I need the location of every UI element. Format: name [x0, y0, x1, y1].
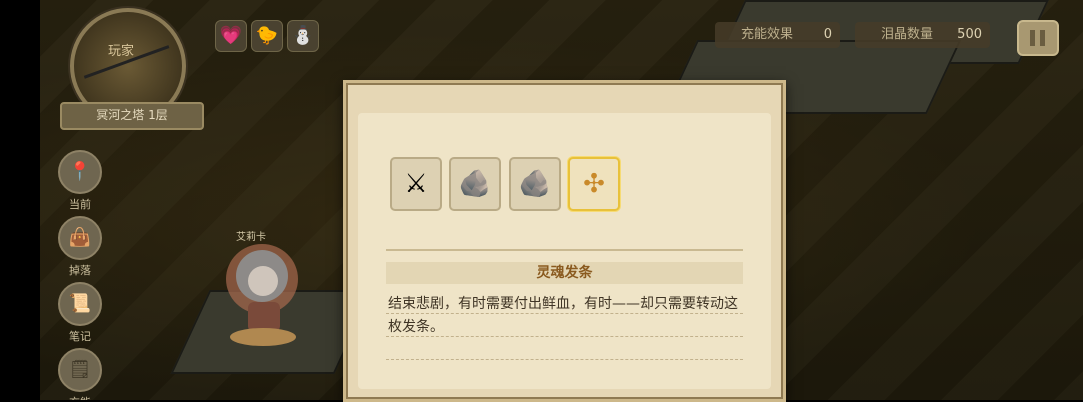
dashed-line — [386, 336, 743, 337]
heart-potion-icon[interactable]: 💗 — [215, 20, 247, 52]
item-description-line-1: 结束悲剧，有时需要付出鲜血，有时——却只需要转动这 — [388, 296, 738, 312]
dialog-inner: ⚔ 🪨 🪨 ✣ 灵魂发条 结束悲剧，有时需要付出鲜血，有时——却只需要转动这 枚… — [358, 113, 771, 389]
stone-item-icon: 🪨 — [458, 169, 492, 199]
side-button-notes[interactable]: 📜 笔记 — [58, 282, 102, 344]
snowman-icon[interactable]: ⛄ — [287, 20, 319, 52]
side-button-charge[interactable]: 🗒 充能 — [58, 348, 102, 400]
character-sprite[interactable] — [220, 240, 310, 350]
scythe-item-icon: ⚔ — [404, 169, 428, 199]
side-button-drops[interactable]: 👜 掉落 — [58, 216, 102, 278]
tear-crystal-label: 泪晶数量 — [881, 27, 934, 42]
yellow-bird-icon[interactable]: 🐤 — [251, 20, 283, 52]
item-title: 灵魂发条 — [386, 262, 743, 284]
charge-icon: 🗒 — [58, 348, 102, 392]
tear-crystal-stat: 泪晶数量 500 — [855, 22, 990, 48]
side-button-label: 笔记 — [69, 330, 91, 343]
charge-effect-label: 充能效果 — [741, 27, 794, 42]
floor-name: 冥河之塔 1层 — [60, 102, 204, 130]
charge-effect-stat: 充能效果 0 — [715, 22, 840, 48]
side-button-label: 掉落 — [69, 264, 91, 277]
side-button-label: 充能 — [58, 394, 102, 400]
item-slot-1[interactable]: ⚔ — [390, 157, 442, 211]
side-button-label: 当前 — [69, 198, 91, 211]
dashed-line — [386, 313, 743, 314]
tear-crystal-value: 500 — [957, 27, 982, 42]
pin-icon: 📍 — [58, 150, 102, 194]
dashed-line — [386, 359, 743, 360]
pause-button[interactable] — [1017, 20, 1059, 56]
item-description-line-2: 枚发条。 — [388, 319, 444, 335]
side-button-current[interactable]: 📍 当前 — [58, 150, 102, 212]
notes-icon: 📜 — [58, 282, 102, 326]
divider — [386, 249, 743, 251]
item-slot-3[interactable]: 🪨 — [509, 157, 561, 211]
hairpin-item-icon: ✣ — [583, 169, 605, 199]
item-slot-2[interactable]: 🪨 — [449, 157, 501, 211]
bag-icon: 👜 — [58, 216, 102, 260]
charge-effect-value: 0 — [823, 27, 832, 42]
item-dialog: ⚔ 🪨 🪨 ✣ 灵魂发条 结束悲剧，有时需要付出鲜血，有时——却只需要转动这 枚… — [343, 80, 786, 402]
item-slot-4-selected[interactable]: ✣ — [568, 157, 620, 211]
minimap-label: 玩家 — [108, 44, 135, 59]
stone-item-icon: 🪨 — [518, 169, 552, 199]
